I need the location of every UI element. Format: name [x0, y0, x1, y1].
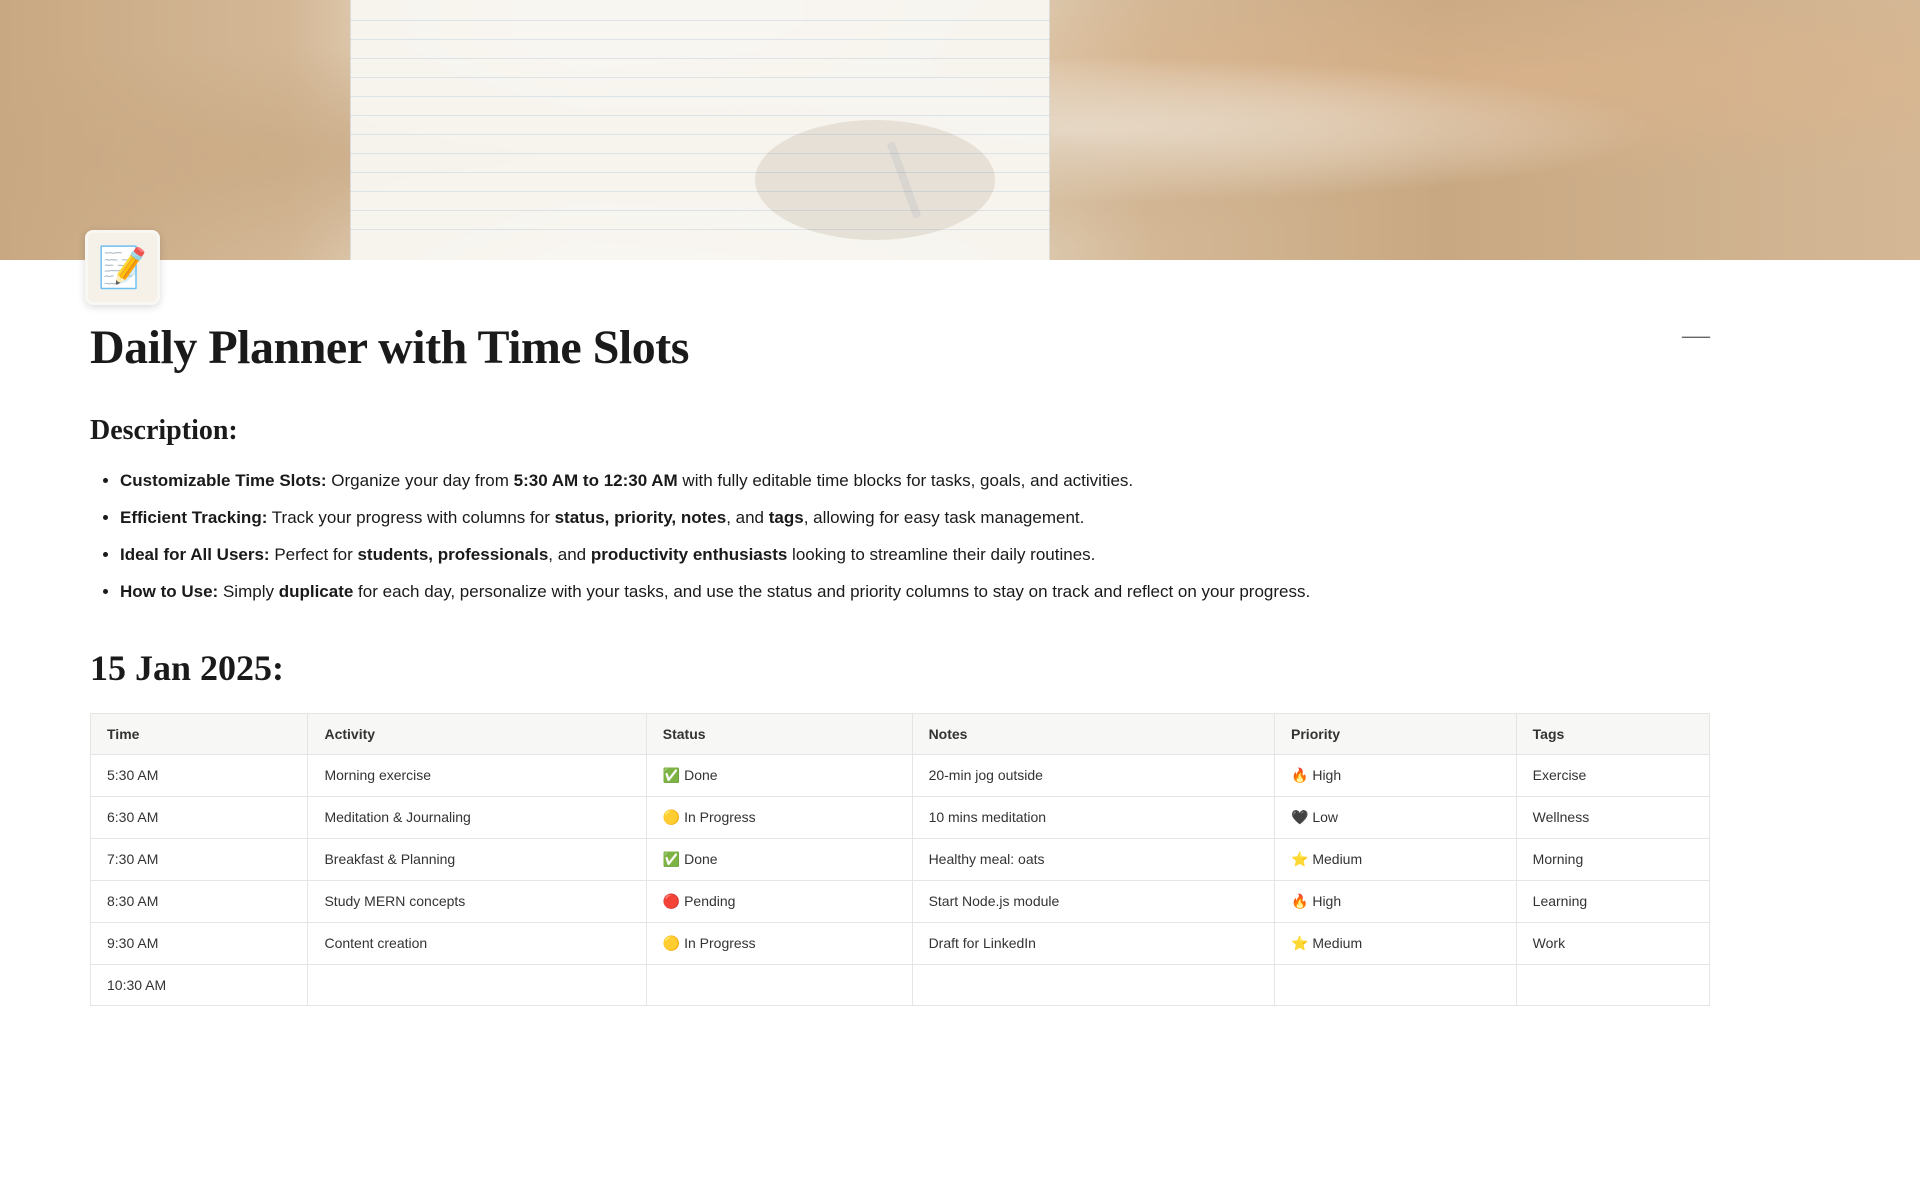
- cell-notes: Healthy meal: oats: [912, 838, 1274, 880]
- cell-notes: 20-min jog outside: [912, 754, 1274, 796]
- bullet-1: Customizable Time Slots: Organize your d…: [120, 467, 1710, 496]
- description-heading: Description:: [90, 415, 1710, 447]
- table-body: 5:30 AM Morning exercise ✅ Done 20-min j…: [91, 754, 1710, 1005]
- cell-status: ✅ Done: [646, 754, 912, 796]
- cell-priority: 🔥 High: [1275, 880, 1517, 922]
- col-header-tags: Tags: [1516, 713, 1709, 754]
- cell-tags: [1516, 964, 1709, 1005]
- col-header-time: Time: [91, 713, 308, 754]
- description-section: Description: Customizable Time Slots: Or…: [90, 415, 1710, 607]
- table-row[interactable]: 6:30 AM Meditation & Journaling 🟡 In Pro…: [91, 796, 1710, 838]
- cell-status: [646, 964, 912, 1005]
- cell-time: 8:30 AM: [91, 880, 308, 922]
- page-title: Daily Planner with Time Slots: [90, 320, 1710, 375]
- table-row[interactable]: 9:30 AM Content creation 🟡 In Progress D…: [91, 922, 1710, 964]
- planner-section: 15 Jan 2025: Time Activity Status Notes …: [90, 647, 1710, 1006]
- bullet-4: How to Use: Simply duplicate for each da…: [120, 578, 1710, 607]
- table-row[interactable]: 5:30 AM Morning exercise ✅ Done 20-min j…: [91, 754, 1710, 796]
- table-header: Time Activity Status Notes Priority Tags: [91, 713, 1710, 754]
- cell-tags: Work: [1516, 922, 1709, 964]
- cell-tags: Exercise: [1516, 754, 1709, 796]
- cell-status: ✅ Done: [646, 838, 912, 880]
- bullet-3-bold: Ideal for All Users:: [120, 545, 270, 564]
- cell-activity: Breakfast & Planning: [308, 838, 646, 880]
- bullet-2-items: status, priority, notes: [555, 508, 727, 527]
- minimize-button[interactable]: —: [1682, 320, 1710, 352]
- cell-priority: ⭐ Medium: [1275, 922, 1517, 964]
- col-header-notes: Notes: [912, 713, 1274, 754]
- cell-time: 5:30 AM: [91, 754, 308, 796]
- cell-activity: [308, 964, 646, 1005]
- table-row[interactable]: 10:30 AM: [91, 964, 1710, 1005]
- cell-tags: Wellness: [1516, 796, 1709, 838]
- cell-time: 6:30 AM: [91, 796, 308, 838]
- cell-priority: [1275, 964, 1517, 1005]
- bullet-1-bold: Customizable Time Slots:: [120, 471, 327, 490]
- date-heading: 15 Jan 2025:: [90, 647, 1710, 689]
- cell-activity: Meditation & Journaling: [308, 796, 646, 838]
- cell-notes: Draft for LinkedIn: [912, 922, 1274, 964]
- planner-table: Time Activity Status Notes Priority Tags…: [90, 713, 1710, 1006]
- col-header-status: Status: [646, 713, 912, 754]
- cell-activity: Content creation: [308, 922, 646, 964]
- title-row: Daily Planner with Time Slots —: [90, 320, 1710, 375]
- bullet-4-bold: How to Use:: [120, 582, 218, 601]
- cell-priority: ⭐ Medium: [1275, 838, 1517, 880]
- cell-time: 9:30 AM: [91, 922, 308, 964]
- cell-tags: Learning: [1516, 880, 1709, 922]
- cell-activity: Study MERN concepts: [308, 880, 646, 922]
- bullet-3-users: students, professionals: [357, 545, 548, 564]
- cell-notes: Start Node.js module: [912, 880, 1274, 922]
- bullet-2-bold: Efficient Tracking:: [120, 508, 267, 527]
- cell-status: 🔴 Pending: [646, 880, 912, 922]
- bullet-4-duplicate: duplicate: [279, 582, 354, 601]
- cell-status: 🟡 In Progress: [646, 796, 912, 838]
- hand-pen-illustration: [700, 80, 1050, 260]
- content-area: Daily Planner with Time Slots — Descript…: [0, 260, 1800, 1046]
- bullet-3: Ideal for All Users: Perfect for student…: [120, 541, 1710, 570]
- cell-activity: Morning exercise: [308, 754, 646, 796]
- header-row: Time Activity Status Notes Priority Tags: [91, 713, 1710, 754]
- col-header-activity: Activity: [308, 713, 646, 754]
- bullet-2: Efficient Tracking: Track your progress …: [120, 504, 1710, 533]
- cell-priority: 🖤 Low: [1275, 796, 1517, 838]
- cell-notes: 10 mins meditation: [912, 796, 1274, 838]
- cell-notes: [912, 964, 1274, 1005]
- cell-time: 7:30 AM: [91, 838, 308, 880]
- bullet-2-tags: tags: [769, 508, 804, 527]
- description-list: Customizable Time Slots: Organize your d…: [90, 467, 1710, 607]
- table-row[interactable]: 8:30 AM Study MERN concepts 🔴 Pending St…: [91, 880, 1710, 922]
- cell-time: 10:30 AM: [91, 964, 308, 1005]
- bullet-1-time: 5:30 AM to 12:30 AM: [514, 471, 678, 490]
- cell-status: 🟡 In Progress: [646, 922, 912, 964]
- bullet-3-enthusiasts: productivity enthusiasts: [591, 545, 787, 564]
- page-icon: 📝: [85, 230, 160, 305]
- hero-section: 📝: [0, 0, 1920, 260]
- cell-tags: Morning: [1516, 838, 1709, 880]
- col-header-priority: Priority: [1275, 713, 1517, 754]
- hero-image: [0, 0, 1920, 260]
- table-row[interactable]: 7:30 AM Breakfast & Planning ✅ Done Heal…: [91, 838, 1710, 880]
- cell-priority: 🔥 High: [1275, 754, 1517, 796]
